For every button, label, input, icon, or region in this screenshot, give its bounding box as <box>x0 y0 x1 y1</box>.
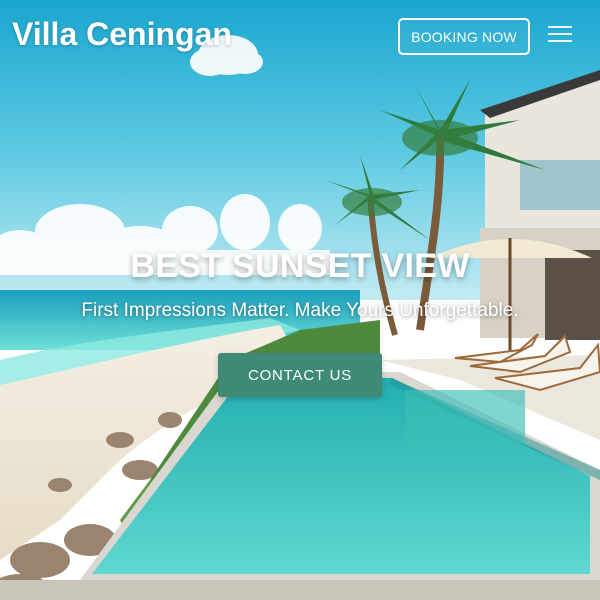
hero-headline: BEST SUNSET VIEW <box>130 247 470 285</box>
hero-subheadline: First Impressions Matter. Make Yours Unf… <box>81 300 519 321</box>
menu-line <box>548 33 572 35</box>
top-navigation-bar: Villa Ceningan BOOKING NOW <box>0 0 600 72</box>
hero-section: Villa Ceningan BOOKING NOW BEST SUNSET V… <box>0 0 600 600</box>
site-logo-title[interactable]: Villa Ceningan <box>12 16 232 53</box>
menu-line <box>548 26 572 28</box>
hamburger-menu-icon[interactable] <box>548 24 572 44</box>
menu-line <box>548 40 572 42</box>
contact-us-button[interactable]: CONTACT US <box>218 353 382 397</box>
booking-now-button[interactable]: BOOKING NOW <box>398 18 530 55</box>
